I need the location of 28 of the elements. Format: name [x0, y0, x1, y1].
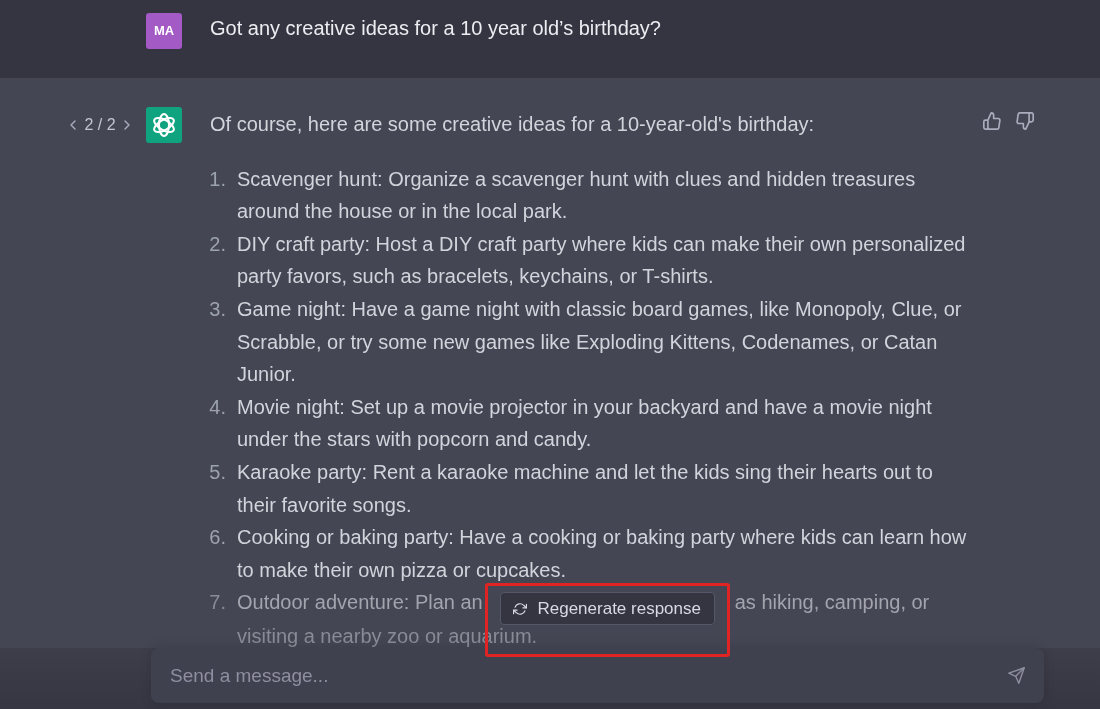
- message-input-field[interactable]: Send a message...: [151, 648, 1044, 703]
- list-number: 3.: [208, 296, 226, 322]
- user-message: Got any creative ideas for a 10 year old’s birthday?: [210, 16, 661, 41]
- list-item-text: DIY craft party: Host a DIY craft party where kids can make their own personalized party favors, such as bracelets, keychains, or T-shirts.: [237, 231, 967, 290]
- list-number: 1.: [208, 166, 226, 192]
- list-item-text: as hiking, camping, or: [734, 590, 930, 616]
- list-item-text: Movie night: Set up a movie projector in your backyard and have a movie night under the stars with popcorn and candy.: [237, 394, 933, 453]
- atom-logo-icon: [146, 107, 182, 143]
- thumbs-down-icon[interactable]: [1016, 112, 1034, 130]
- list-item-text: Karaoke party: Rent a karaoke machine and let the kids sing their hearts out to their favorite songs.: [237, 459, 934, 518]
- list-number: 2.: [208, 231, 226, 257]
- list-item-text: Cooking or baking party: Have a cooking or baking party where kids can learn how to make their own pizza or cupcakes.: [237, 525, 968, 583]
- response-counter: 2 / 2: [84, 115, 116, 135]
- refresh-icon: [513, 601, 528, 616]
- list-number: 5.: [208, 459, 226, 485]
- list-item-text: Game night: Have a game night with classic board games, like Monopoly, Clue, or Scrabble, or try some new games like Exploding Kittens, Codenames, or Catan Junior.: [237, 296, 963, 388]
- regenerate-response-button[interactable]: Regenerate response: [499, 592, 715, 626]
- list-item-text: Scavenger hunt: Organize a scavenger hunt with clues and hidden treasures around the house or in the local park.: [237, 166, 917, 225]
- chevron-left-icon[interactable]: [70, 120, 76, 130]
- list-number: 6.: [208, 525, 226, 551]
- list-item-text: Outdoor adventure: Plan an: [237, 590, 483, 616]
- list-number: 7.: [208, 590, 226, 616]
- thumbs-up-icon[interactable]: [983, 112, 1001, 130]
- chevron-right-icon[interactable]: [124, 120, 130, 130]
- list-number: 4.: [208, 394, 226, 420]
- response-intro: Of course, here are some creative ideas for a 10-year-old's birthday:: [210, 112, 816, 137]
- user-avatar: MA: [146, 13, 182, 49]
- send-icon[interactable]: [1008, 667, 1025, 684]
